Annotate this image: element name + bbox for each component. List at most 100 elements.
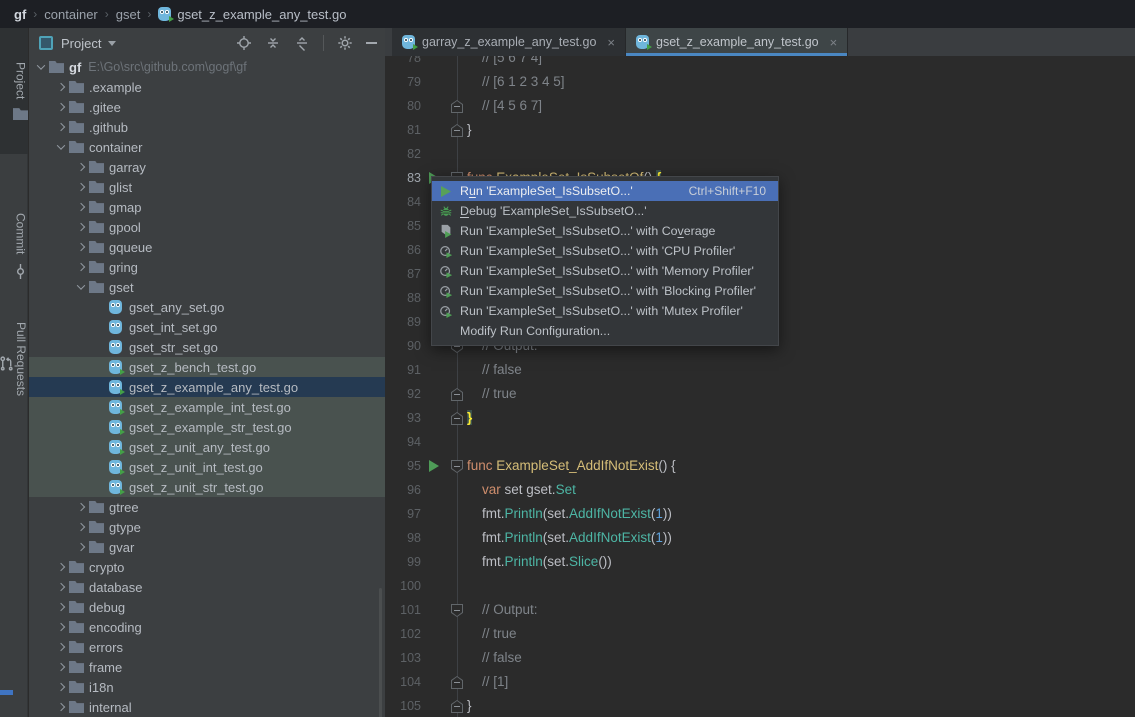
tree-item--github[interactable]: .github bbox=[29, 117, 385, 137]
code-line-96[interactable]: var set gset.Set bbox=[467, 478, 576, 502]
stripe-tab-project[interactable]: Project bbox=[0, 28, 28, 154]
chevron-right-icon[interactable] bbox=[53, 604, 69, 610]
fold-marker[interactable] bbox=[451, 460, 463, 473]
tree-item-gset-int-set-go[interactable]: gset_int_set.go bbox=[29, 317, 385, 337]
tree-scrollbar[interactable] bbox=[379, 588, 382, 717]
chevron-right-icon[interactable] bbox=[53, 664, 69, 670]
menu-item-run-with-blocking-profiler[interactable]: Run 'ExampleSet_IsSubsetO...' with 'Bloc… bbox=[432, 281, 778, 301]
chevron-right-icon[interactable] bbox=[73, 544, 89, 550]
tree-item-gvar[interactable]: gvar bbox=[29, 537, 385, 557]
tree-item-gring[interactable]: gring bbox=[29, 257, 385, 277]
tree-item-gqueue[interactable]: gqueue bbox=[29, 237, 385, 257]
chevron-right-icon[interactable] bbox=[53, 684, 69, 690]
chevron-right-icon[interactable] bbox=[73, 204, 89, 210]
chevron-right-icon[interactable] bbox=[73, 224, 89, 230]
menu-item-run-with-memory-profiler[interactable]: Run 'ExampleSet_IsSubsetO...' with 'Memo… bbox=[432, 261, 778, 281]
collapse-all-icon[interactable] bbox=[294, 35, 310, 51]
code-line-99[interactable]: fmt.Println(set.Slice()) bbox=[467, 550, 612, 574]
close-icon[interactable]: × bbox=[830, 35, 838, 50]
tree-item-garray[interactable]: garray bbox=[29, 157, 385, 177]
chevron-right-icon[interactable] bbox=[73, 264, 89, 270]
menu-item-run[interactable]: Run 'ExampleSet_IsSubsetO...'Ctrl+Shift+… bbox=[432, 181, 778, 201]
code-line-79[interactable]: // [6 1 2 3 4 5] bbox=[467, 70, 565, 94]
chevron-down-icon[interactable] bbox=[53, 144, 69, 150]
chevron-right-icon[interactable] bbox=[73, 184, 89, 190]
chevron-right-icon[interactable] bbox=[53, 584, 69, 590]
breadcrumb-item[interactable]: container bbox=[44, 7, 97, 22]
chevron-right-icon[interactable] bbox=[73, 524, 89, 530]
tree-item-glist[interactable]: glist bbox=[29, 177, 385, 197]
code-line-103[interactable]: // false bbox=[467, 646, 522, 670]
tree-item-database[interactable]: database bbox=[29, 577, 385, 597]
tree-item-gpool[interactable]: gpool bbox=[29, 217, 385, 237]
tree-item-gset-z-example-any-test-go[interactable]: gset_z_example_any_test.go bbox=[29, 377, 385, 397]
menu-item-run-with-mutex-profiler[interactable]: Run 'ExampleSet_IsSubsetO...' with 'Mute… bbox=[432, 301, 778, 321]
code-line-95[interactable]: func ExampleSet_AddIfNotExist() { bbox=[467, 454, 676, 478]
menu-item-modify-run-configuration[interactable]: Modify Run Configuration... bbox=[432, 321, 778, 341]
editor-tab-gset-z-example-any-test-go[interactable]: gset_z_example_any_test.go× bbox=[626, 28, 848, 56]
code-line-97[interactable]: fmt.Println(set.AddIfNotExist(1)) bbox=[467, 502, 672, 526]
breadcrumb-item[interactable]: gset bbox=[116, 7, 141, 22]
code-line-93[interactable]: } bbox=[467, 406, 472, 430]
expand-all-icon[interactable] bbox=[265, 35, 281, 51]
chevron-down-icon[interactable] bbox=[108, 41, 116, 46]
code-line-81[interactable]: } bbox=[467, 118, 472, 142]
chevron-down-icon[interactable] bbox=[73, 284, 89, 290]
chevron-right-icon[interactable] bbox=[73, 244, 89, 250]
tree-item-i18n[interactable]: i18n bbox=[29, 677, 385, 697]
menu-item-debug[interactable]: Debug 'ExampleSet_IsSubsetO...' bbox=[432, 201, 778, 221]
fold-marker[interactable] bbox=[451, 700, 463, 713]
tree-item--gitee[interactable]: .gitee bbox=[29, 97, 385, 117]
tree-item-gset-z-unit-str-test-go[interactable]: gset_z_unit_str_test.go bbox=[29, 477, 385, 497]
code-line-91[interactable]: // false bbox=[467, 358, 522, 382]
stripe-tab-pull-requests[interactable]: Pull Requests bbox=[0, 300, 28, 418]
tree-item-gset-z-unit-int-test-go[interactable]: gset_z_unit_int_test.go bbox=[29, 457, 385, 477]
tree-item-gset-z-example-int-test-go[interactable]: gset_z_example_int_test.go bbox=[29, 397, 385, 417]
tree-item-gset[interactable]: gset bbox=[29, 277, 385, 297]
fold-marker[interactable] bbox=[451, 604, 463, 617]
tree-item-frame[interactable]: frame bbox=[29, 657, 385, 677]
tree-item-debug[interactable]: debug bbox=[29, 597, 385, 617]
fold-marker[interactable] bbox=[451, 412, 463, 425]
code-line-102[interactable]: // true bbox=[467, 622, 517, 646]
code-line-105[interactable]: } bbox=[467, 694, 472, 717]
tree-item-gset-z-unit-any-test-go[interactable]: gset_z_unit_any_test.go bbox=[29, 437, 385, 457]
chevron-right-icon[interactable] bbox=[73, 164, 89, 170]
tree-item-gtree[interactable]: gtree bbox=[29, 497, 385, 517]
chevron-right-icon[interactable] bbox=[53, 104, 69, 110]
chevron-right-icon[interactable] bbox=[73, 504, 89, 510]
tree-item-errors[interactable]: errors bbox=[29, 637, 385, 657]
menu-item-run-with-cpu-profiler[interactable]: Run 'ExampleSet_IsSubsetO...' with 'CPU … bbox=[432, 241, 778, 261]
fold-marker[interactable] bbox=[451, 124, 463, 137]
code-line-104[interactable]: // [1] bbox=[467, 670, 508, 694]
tree-item-gtype[interactable]: gtype bbox=[29, 517, 385, 537]
close-icon[interactable]: × bbox=[607, 35, 615, 50]
tree-item-gf[interactable]: gfE:\Go\src\github.com\gogf\gf bbox=[29, 57, 385, 77]
code-line-78[interactable]: // [5 6 7 4] bbox=[467, 56, 542, 70]
gear-icon[interactable] bbox=[337, 35, 353, 51]
fold-marker[interactable] bbox=[451, 388, 463, 401]
chevron-right-icon[interactable] bbox=[53, 704, 69, 710]
chevron-right-icon[interactable] bbox=[53, 644, 69, 650]
code-line-101[interactable]: // Output: bbox=[467, 598, 538, 622]
tree-item-container[interactable]: container bbox=[29, 137, 385, 157]
tree-item-gset-str-set-go[interactable]: gset_str_set.go bbox=[29, 337, 385, 357]
project-panel-title[interactable]: Project bbox=[61, 36, 101, 51]
locate-file-icon[interactable] bbox=[236, 35, 252, 51]
tree-item--example[interactable]: .example bbox=[29, 77, 385, 97]
chevron-down-icon[interactable] bbox=[33, 64, 49, 70]
run-test-icon[interactable] bbox=[429, 460, 439, 472]
chevron-right-icon[interactable] bbox=[53, 564, 69, 570]
chevron-right-icon[interactable] bbox=[53, 84, 69, 90]
fold-marker[interactable] bbox=[451, 676, 463, 689]
code-line-80[interactable]: // [4 5 6 7] bbox=[467, 94, 542, 118]
breadcrumb-item[interactable]: gset_z_example_any_test.go bbox=[158, 7, 346, 22]
chevron-right-icon[interactable] bbox=[53, 624, 69, 630]
menu-item-run-with-coverage[interactable]: Run 'ExampleSet_IsSubsetO...' with Cover… bbox=[432, 221, 778, 241]
editor-tab-garray-z-example-any-test-go[interactable]: garray_z_example_any_test.go× bbox=[392, 28, 626, 56]
editor-viewport[interactable]: 78 // [5 6 7 4]79 // [6 1 2 3 4 5]80 // … bbox=[385, 56, 1135, 717]
tree-item-encoding[interactable]: encoding bbox=[29, 617, 385, 637]
tree-item-gmap[interactable]: gmap bbox=[29, 197, 385, 217]
code-line-92[interactable]: // true bbox=[467, 382, 517, 406]
breadcrumb-item[interactable]: gf bbox=[14, 7, 26, 22]
